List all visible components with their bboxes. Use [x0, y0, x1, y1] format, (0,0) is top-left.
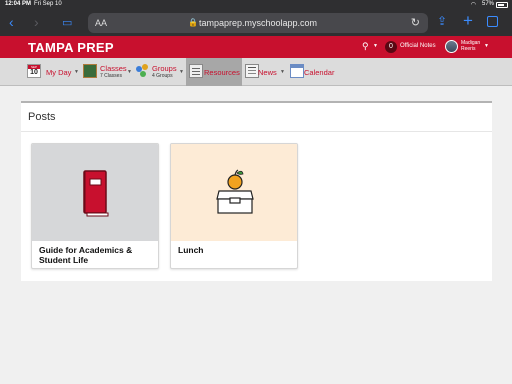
school-logo[interactable]: TAMPA PREP — [28, 40, 114, 55]
bookmarks-icon[interactable]: ▭ — [62, 16, 72, 30]
nav-label-my-day: My Day — [46, 68, 72, 77]
post-title[interactable]: Guide for Academics & Student Life — [39, 245, 153, 265]
reload-icon[interactable]: ↻ — [411, 16, 420, 29]
nav-label-news: News — [258, 68, 277, 77]
nav-label-groups: Groups — [152, 64, 177, 73]
chalkboard-icon — [83, 64, 97, 78]
chevron-down-icon[interactable]: ▼ — [179, 69, 184, 75]
tabs-icon[interactable] — [487, 16, 498, 27]
chevron-down-icon[interactable]: ▼ — [280, 69, 285, 75]
battery-icon — [496, 2, 508, 8]
nav-label-classes: Classes — [100, 64, 127, 73]
lunchbox-apple-icon — [216, 169, 254, 214]
chevron-down-icon[interactable]: ▼ — [127, 69, 132, 75]
official-notes-count[interactable]: 0 — [385, 41, 397, 53]
book-icon — [83, 170, 109, 217]
nav-label-calendar: Calendar — [304, 68, 335, 77]
site-header: TAMPA PREP ⚲ ▼ 0 Official Notes Madigan … — [0, 36, 512, 58]
calendar-day-icon: 10 — [27, 64, 41, 78]
resources-icon — [189, 64, 203, 78]
post-thumbnail — [171, 144, 297, 241]
chevron-down-icon[interactable]: ▼ — [74, 69, 79, 75]
calendar-icon — [290, 64, 304, 78]
posts-panel: Posts Guide for Academics & Student Life — [21, 101, 492, 281]
avatar[interactable] — [445, 40, 458, 53]
new-tab-icon[interactable]: + — [463, 11, 473, 31]
browser-toolbar: ‹ › ▭ AA 🔒 tampaprep.myschoolapp.com ↻ ⇪… — [0, 10, 512, 36]
forward-arrow-icon[interactable]: › — [34, 15, 39, 29]
nav-item-resources[interactable]: Resources — [186, 58, 242, 86]
status-time: 12:04 PM — [5, 1, 32, 7]
nav-item-news[interactable]: News ▼ — [244, 58, 288, 86]
nav-item-calendar[interactable]: Calendar — [288, 58, 338, 86]
share-icon[interactable]: ⇪ — [437, 14, 447, 28]
address-bar[interactable]: AA 🔒 tampaprep.myschoolapp.com ↻ — [88, 13, 428, 33]
battery-percent: 57% — [481, 1, 494, 7]
chevron-down-icon[interactable]: ▼ — [373, 43, 378, 49]
status-bar: 12:04 PM Fri Sep 10 ◠ 57% — [0, 0, 512, 10]
official-notes-link[interactable]: Official Notes — [400, 43, 436, 49]
nav-item-my-day[interactable]: 10 My Day ▼ — [24, 58, 79, 86]
divider — [21, 131, 492, 132]
newspaper-icon — [245, 64, 259, 78]
nav-label-resources: Resources — [204, 68, 240, 77]
wifi-icon: ◠ — [470, 2, 476, 8]
main-nav: 10 My Day ▼ Classes 7 Classes ▼ Groups 4… — [0, 58, 512, 86]
post-card-guide[interactable]: Guide for Academics & Student Life — [31, 143, 159, 269]
nav-item-groups[interactable]: Groups 4 Groups ▼ — [134, 58, 186, 86]
url-text[interactable]: tampaprep.myschoolapp.com — [88, 18, 428, 28]
post-thumbnail — [32, 144, 158, 241]
chevron-down-icon[interactable]: ▼ — [484, 43, 489, 49]
page-title: Posts — [28, 111, 56, 123]
groups-icon — [136, 64, 150, 78]
nav-sub-classes: 7 Classes — [100, 73, 122, 79]
back-arrow-icon[interactable]: ‹ — [9, 15, 14, 29]
search-icon[interactable]: ⚲ — [362, 41, 369, 52]
post-card-lunch[interactable]: Lunch — [170, 143, 298, 269]
nav-sub-groups: 4 Groups — [152, 73, 173, 79]
post-title[interactable]: Lunch — [178, 245, 292, 255]
status-date: Fri Sep 10 — [34, 1, 62, 7]
nav-item-classes[interactable]: Classes 7 Classes ▼ — [80, 58, 134, 86]
